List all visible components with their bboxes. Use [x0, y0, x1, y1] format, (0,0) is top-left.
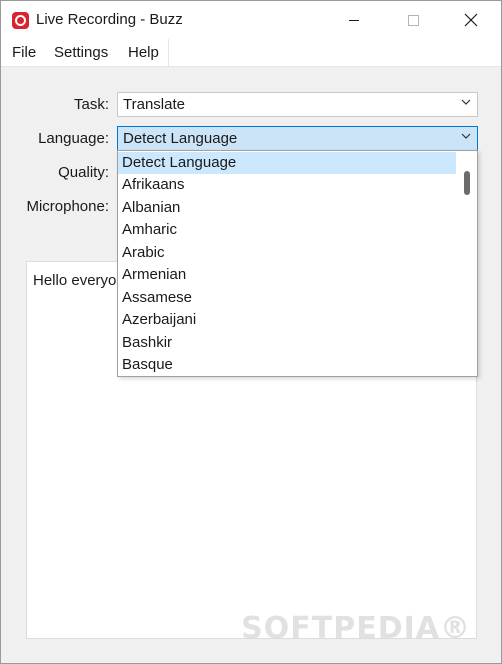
menu-bar: File Settings Help — [1, 39, 501, 67]
task-select-value: Translate — [123, 96, 185, 113]
minimize-icon — [349, 19, 359, 21]
menu-settings[interactable]: Settings — [54, 44, 108, 61]
language-label: Language: — [38, 130, 109, 147]
dropdown-option[interactable]: Detect Language — [118, 152, 456, 174]
dropdown-option[interactable]: Arabic — [118, 242, 456, 264]
dropdown-option[interactable]: Albanian — [118, 197, 456, 219]
menu-help[interactable]: Help — [128, 44, 159, 61]
chevron-down-icon — [461, 133, 471, 141]
menu-divider — [168, 39, 169, 66]
dropdown-option[interactable]: Azerbaijani — [118, 309, 456, 331]
minimize-button[interactable] — [331, 1, 377, 39]
dropdown-option[interactable]: Bashkir — [118, 332, 456, 354]
maximize-button[interactable] — [390, 1, 436, 39]
quality-label: Quality: — [58, 164, 109, 181]
task-label: Task: — [73, 96, 109, 113]
scrollbar-thumb[interactable] — [464, 171, 470, 195]
dropdown-option[interactable]: Amharic — [118, 219, 456, 241]
microphone-label: Microphone: — [26, 198, 109, 215]
main-window: Live Recording - Buzz File Settings Help… — [0, 0, 502, 664]
close-button[interactable] — [448, 1, 494, 39]
buzz-record-icon — [12, 12, 29, 29]
dropdown-option[interactable]: Assamese — [118, 287, 456, 309]
dropdown-option[interactable]: Basque — [118, 354, 456, 376]
menu-file[interactable]: File — [12, 44, 36, 61]
dropdown-option[interactable]: Armenian — [118, 264, 456, 286]
maximize-icon — [407, 14, 419, 26]
dropdown-scrollbar[interactable] — [456, 151, 477, 376]
language-select[interactable]: Detect Language — [117, 126, 478, 151]
dropdown-option[interactable]: Afrikaans — [118, 174, 456, 196]
close-icon — [464, 13, 478, 27]
watermark: SOFTPEDIA® — [241, 611, 471, 646]
language-dropdown-list[interactable]: Detect Language Afrikaans Albanian Amhar… — [117, 150, 478, 377]
task-select[interactable]: Translate — [117, 92, 478, 117]
chevron-down-icon — [461, 99, 471, 107]
title-bar[interactable]: Live Recording - Buzz — [1, 1, 501, 39]
language-select-value: Detect Language — [123, 130, 238, 147]
window-title: Live Recording - Buzz — [36, 11, 183, 28]
